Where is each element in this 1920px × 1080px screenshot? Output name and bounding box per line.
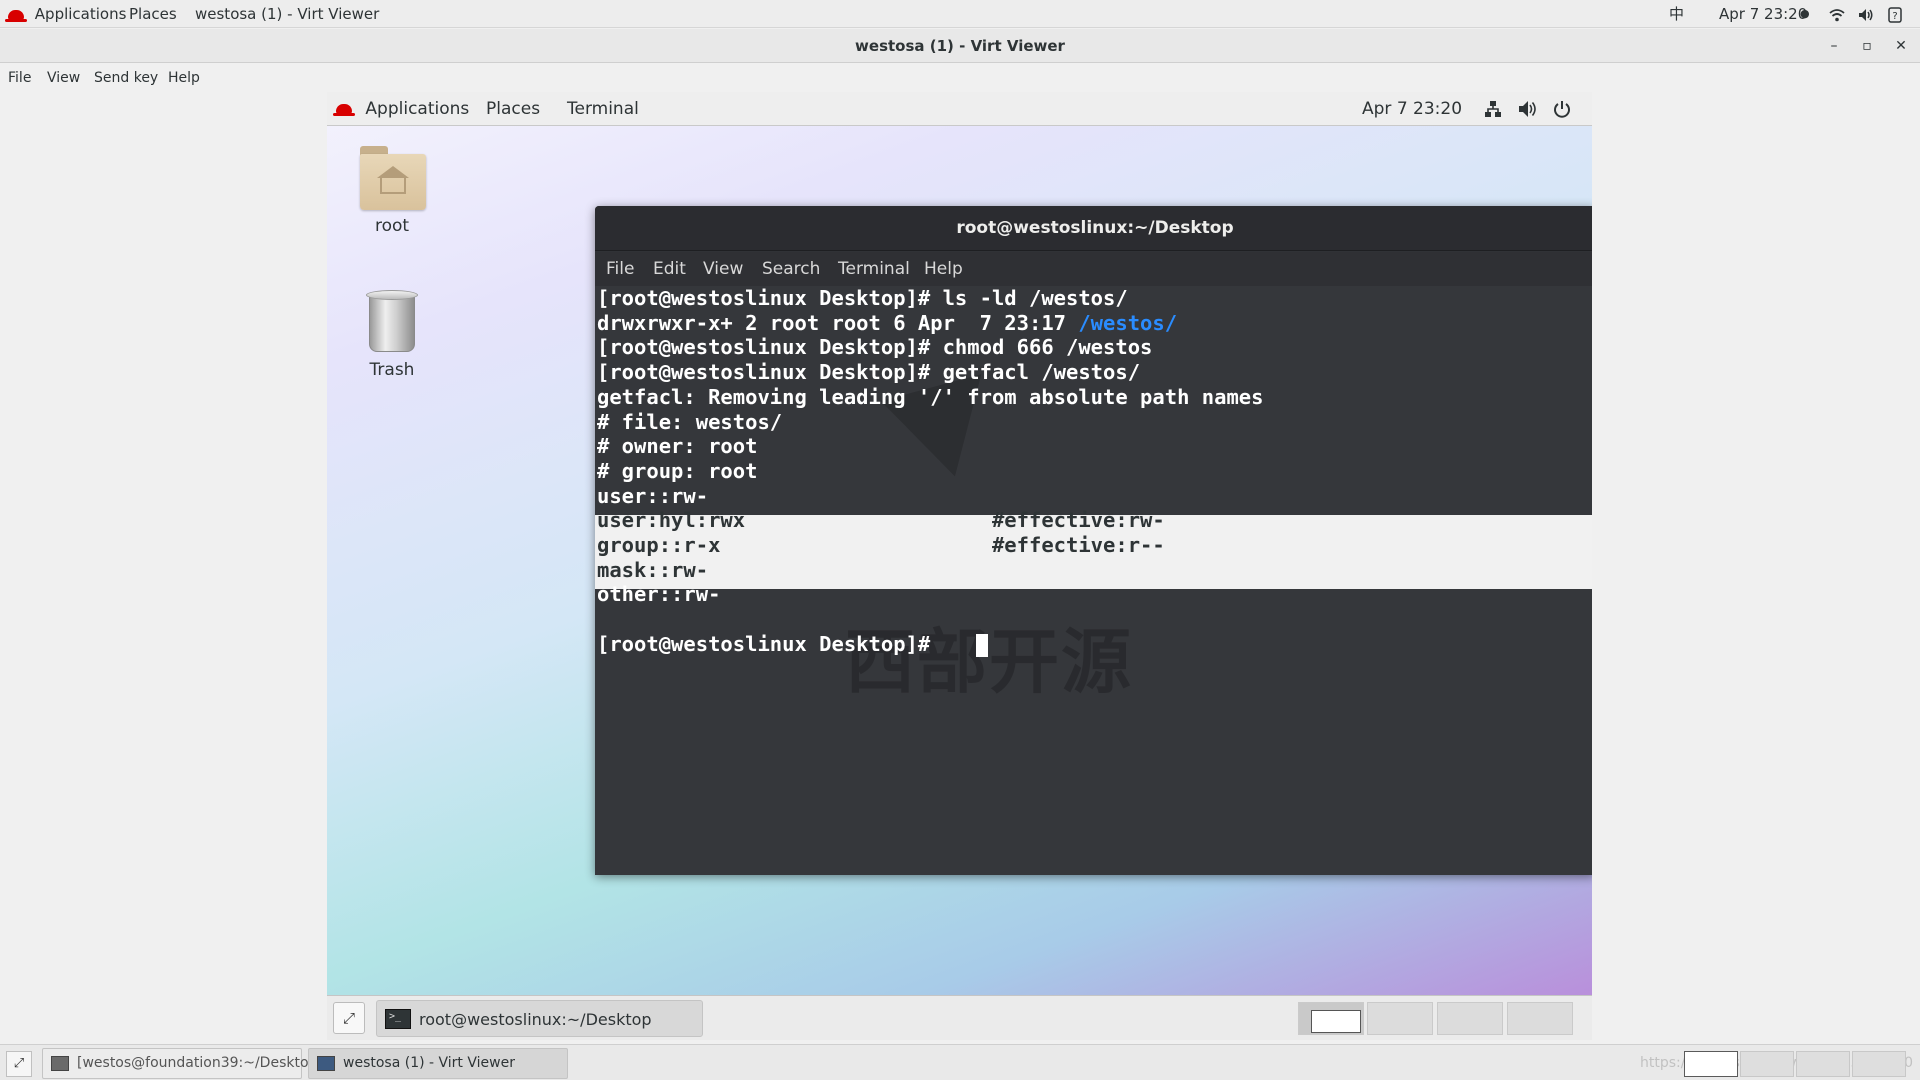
viewer-menu-bar: File View Send key Help [0,64,1920,92]
terminal-line: getfacl: Removing leading '/' from absol… [597,384,1264,409]
terminal-line: [root@westoslinux Desktop]# chmod 666 /w… [597,335,1153,360]
host-show-desktop-button[interactable]: ⤢ [6,1051,32,1077]
desktop-icon-root[interactable]: root [342,142,442,236]
trash-icon [364,288,420,354]
terminal-icon [51,1056,69,1071]
terminal-line: # owner: root [597,434,758,459]
viewer-menu-file[interactable]: File [8,64,31,92]
guest-workspace-3[interactable] [1437,1002,1503,1035]
host-taskbar: ⤢ [westos@foundation39:~/Desktop] westos… [0,1044,1920,1080]
guest-task-terminal[interactable]: root@westoslinux:~/Desktop [376,1000,703,1037]
terminal-line: # group: root [597,458,758,483]
terminal-title-bar[interactable]: root@westoslinux:~/Desktop [595,206,1592,251]
host-task-virt-viewer[interactable]: westosa (1) - Virt Viewer [308,1048,568,1079]
volume-icon[interactable] [1518,92,1538,126]
host-applications-menu[interactable]: Applications [5,0,127,28]
guest-places-menu[interactable]: Places [486,92,540,126]
show-desktop-icon: ⤢ [342,1009,355,1027]
terminal-line: drwxrwxr-x+ 2 root root 6 Apr 7 23:17 /w… [597,311,1177,336]
guest-display[interactable]: Applications Places Terminal Apr 7 23:20… [327,92,1592,996]
terminal-line: other::rw- [597,582,721,607]
host-clock[interactable]: Apr 7 23:20 [1719,0,1807,28]
volume-icon[interactable] [1858,0,1874,28]
terminal-menu-edit[interactable]: Edit [653,252,686,286]
host-task-label: [westos@foundation39:~/Desktop] [77,1055,323,1071]
terminal-line-selected: user:hyl:rwx #effective:rw- [597,508,1165,533]
terminal-line: [root@westoslinux Desktop]# getfacl /wes… [597,360,1141,385]
terminal-icon [385,1009,411,1029]
host-workspace-4[interactable] [1852,1051,1906,1077]
redhat-icon [5,9,27,22]
terminal-line-selected: mask::rw- [597,557,709,582]
redhat-icon [333,104,355,116]
host-active-window-label[interactable]: westosa (1) - Virt Viewer [195,0,379,28]
close-button[interactable]: ✕ [1889,35,1913,57]
show-desktop-icon: ⤢ [13,1056,25,1071]
guest-workspace-2[interactable] [1367,1002,1433,1035]
viewer-menu-help[interactable]: Help [168,64,200,92]
terminal-menu-file[interactable]: File [606,252,634,286]
guest-clock[interactable]: Apr 7 23:20 [1362,92,1462,126]
guest-bottom-panel: ⤢ root@westoslinux:~/Desktop [327,995,1592,1040]
input-method-indicator[interactable]: 中 [1669,0,1684,28]
host-top-bar: Applications Places westosa (1) - Virt V… [0,0,1920,28]
virt-viewer-icon [317,1056,335,1071]
network-icon[interactable] [1484,92,1502,126]
terminal-line: # file: westos/ [597,409,783,434]
svg-text:?: ? [1892,11,1897,22]
show-desktop-button[interactable]: ⤢ [333,1002,365,1034]
record-dot-icon: ● [1800,7,1810,20]
viewer-menu-view[interactable]: View [47,64,80,92]
host-task-label: westosa (1) - Virt Viewer [343,1055,515,1071]
host-task-terminal[interactable]: [westos@foundation39:~/Desktop] [42,1048,323,1079]
guest-top-bar: Applications Places Terminal Apr 7 23:20 [327,92,1592,126]
minimize-button[interactable]: – [1822,35,1846,57]
guest-applications-menu[interactable]: Applications [333,92,470,126]
terminal-line-text: drwxrwxr-x+ 2 root root 6 Apr 7 23:17 [597,310,1079,335]
terminal-cursor [976,634,988,657]
viewer-window-title: westosa (1) - Virt Viewer [855,37,1065,55]
terminal-line-selected: group::r-x #effective:r-- [597,533,1165,557]
viewer-title-bar[interactable]: westosa (1) - Virt Viewer – ▫ ✕ [0,29,1920,63]
power-icon[interactable] [1553,92,1571,126]
guest-applications-label: Applications [365,99,470,119]
maximize-button[interactable]: ▫ [1855,35,1879,57]
host-workspace-3[interactable] [1796,1051,1850,1077]
watermark-text: 西部开源 [845,621,1133,703]
terminal-menu-terminal[interactable]: Terminal [838,252,910,286]
guest-task-label: root@westoslinux:~/Desktop [419,1010,652,1029]
desktop-icon-label: root [374,216,410,236]
guest-terminal-menu[interactable]: Terminal [567,92,639,126]
viewer-menu-send-key[interactable]: Send key [94,64,158,92]
terminal-prompt-line: [root@westoslinux Desktop]# [597,631,943,656]
host-places-menu[interactable]: Places [129,0,177,28]
terminal-menu-search[interactable]: Search [762,252,820,286]
desktop-icon-trash[interactable]: Trash [342,288,442,380]
wifi-icon[interactable] [1829,0,1845,28]
host-workspace-2[interactable] [1740,1051,1794,1077]
host-applications-label: Applications [34,5,127,23]
guest-workspace-1[interactable] [1298,1002,1364,1035]
help-icon[interactable]: ? [1888,0,1902,28]
terminal-window[interactable]: root@westoslinux:~/Desktop File Edit Vie… [595,206,1592,875]
home-folder-icon [358,142,426,210]
desktop-icon-label: Trash [369,360,415,380]
terminal-menu-help[interactable]: Help [924,252,963,286]
directory-name: /westos/ [1078,310,1178,335]
terminal-title: root@westoslinux:~/Desktop [956,218,1234,238]
terminal-menu-view[interactable]: View [703,252,743,286]
terminal-output[interactable]: 西部开源 [root@westoslinux Desktop]# ls -ld … [595,286,1592,875]
host-workspace-1[interactable] [1684,1051,1738,1077]
terminal-line: user::rw- [597,483,709,508]
guest-workspace-4[interactable] [1507,1002,1573,1035]
terminal-line: [root@westoslinux Desktop]# ls -ld /west… [597,286,1128,310]
terminal-menu-bar: File Edit View Search Terminal Help [595,252,1592,286]
